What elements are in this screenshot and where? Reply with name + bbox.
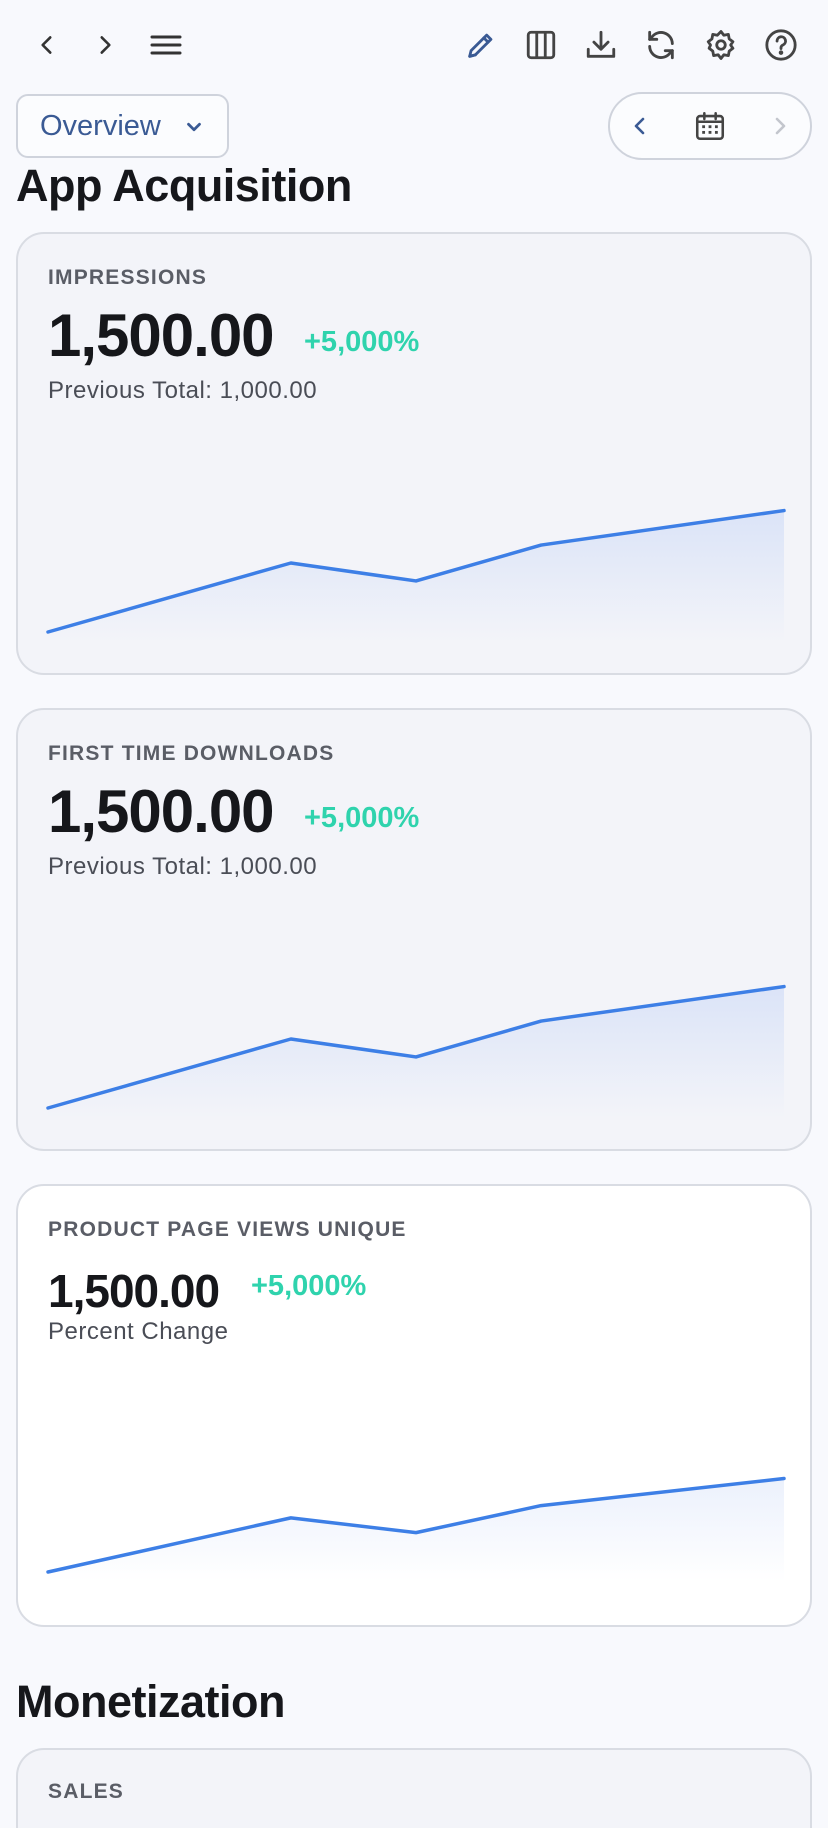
- metric-card-first-time-downloads[interactable]: FIRST TIME DOWNLOADS 1,500.00 +5,000% Pr…: [16, 708, 812, 1151]
- download-icon: [586, 30, 616, 58]
- settings-button[interactable]: [696, 20, 746, 70]
- view-select[interactable]: Overview: [16, 94, 229, 158]
- forward-button[interactable]: [80, 20, 130, 70]
- chevron-left-icon: [634, 117, 645, 135]
- chevron-right-icon: [100, 36, 111, 54]
- refresh-icon: [648, 30, 674, 60]
- view-select-label: Overview: [40, 109, 161, 142]
- gear-icon: [706, 30, 735, 60]
- metric-card-impressions[interactable]: IMPRESSIONS 1,500.00 +5,000% Previous To…: [16, 232, 812, 675]
- menu-button[interactable]: [141, 20, 191, 70]
- pencil-icon: [468, 33, 493, 58]
- top-toolbar: [0, 0, 828, 92]
- chevron-down-icon: [187, 122, 201, 132]
- sparkline-area: [48, 1478, 784, 1582]
- chevron-left-icon: [41, 36, 52, 54]
- back-button[interactable]: [22, 20, 72, 70]
- sparkline-chart: [46, 508, 786, 642]
- columns-button[interactable]: [516, 20, 566, 70]
- metric-card-sales[interactable]: SALES: [16, 1748, 812, 1828]
- metric-card-product-page-views-unique[interactable]: PRODUCT PAGE VIEWS UNIQUE 1,500.00 +5,00…: [16, 1184, 812, 1627]
- next-period-button[interactable]: [752, 94, 808, 158]
- sparkline-area: [48, 986, 784, 1118]
- columns-icon: [526, 30, 556, 60]
- previous-period-button[interactable]: [612, 94, 668, 158]
- chevron-right-icon: [775, 117, 786, 135]
- date-picker-button[interactable]: [682, 94, 738, 158]
- metric-label: SALES: [48, 1780, 125, 1803]
- date-navigator: [608, 92, 812, 160]
- sparkline-area: [48, 510, 784, 642]
- section-title-monetization: Monetization: [16, 1676, 285, 1727]
- sparkline-chart: [46, 984, 786, 1118]
- menu-icon: [150, 35, 182, 55]
- refresh-button[interactable]: [636, 20, 686, 70]
- help-icon: [765, 29, 797, 61]
- help-button[interactable]: [756, 20, 806, 70]
- calendar-icon: [695, 111, 725, 141]
- download-button[interactable]: [576, 20, 626, 70]
- edit-button[interactable]: [456, 20, 506, 70]
- section-title-app-acquisition: App Acquisition: [16, 160, 352, 211]
- sparkline-chart: [46, 1476, 786, 1582]
